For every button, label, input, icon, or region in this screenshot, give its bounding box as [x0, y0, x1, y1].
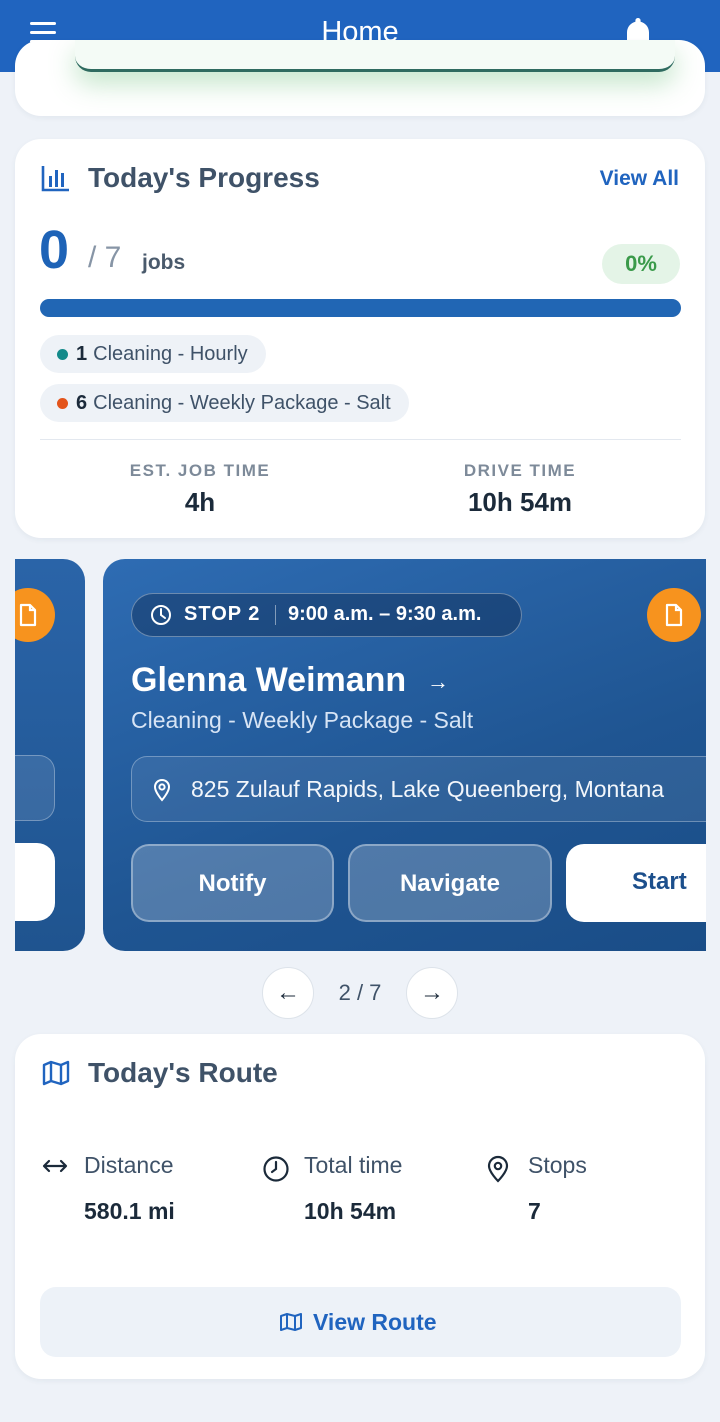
est-job-time-value: 4h	[184, 487, 216, 517]
scrolled-card-glow	[75, 40, 675, 72]
service-chip: 6 Cleaning - Weekly Package - Salt	[40, 384, 409, 422]
est-job-time-label: EST. JOB TIME	[129, 461, 271, 480]
service-count: 6	[76, 392, 88, 414]
navigate-button[interactable]: Navigate	[348, 844, 552, 922]
service-name: Cleaning - Hourly	[93, 343, 248, 365]
next-button[interactable]: →	[406, 967, 458, 1019]
map-icon	[42, 1060, 70, 1086]
progress-title: Today's Progress	[88, 162, 320, 193]
divider	[40, 439, 681, 440]
route-card: Today's Route Distance 580.1 mi Total ti…	[15, 1034, 705, 1379]
bar-chart-icon	[41, 166, 69, 192]
stops-label: Stops	[528, 1152, 587, 1178]
service-dot	[57, 398, 68, 409]
prev-button[interactable]: ←	[262, 967, 314, 1019]
notes-icon[interactable]	[15, 588, 55, 642]
previous-start-button[interactable]	[15, 843, 55, 921]
pager-count: 2 / 7	[338, 980, 382, 1005]
arrow-right-icon[interactable]: →	[427, 669, 449, 695]
location-pin-icon	[487, 1155, 509, 1183]
jobs-label: jobs	[142, 251, 186, 274]
distance-value: 580.1 mi	[84, 1198, 175, 1224]
drive-time-stat: DRIVE TIME 10h 54m	[400, 461, 640, 518]
scrolled-card	[15, 40, 705, 116]
map-icon	[280, 1313, 302, 1331]
view-route-button[interactable]: View Route	[40, 1287, 681, 1357]
stop-chip: STOP 2 9:00 a.m. – 9:30 a.m.	[131, 593, 522, 637]
service-name: Cleaning - Weekly Package - Salt	[93, 392, 391, 414]
stop-pager: ← 2 / 7 →	[262, 967, 458, 1019]
previous-address-field	[15, 755, 55, 821]
view-route-label: View Route	[313, 1309, 437, 1335]
distance-label: Distance	[84, 1152, 174, 1178]
clock-icon	[151, 605, 171, 625]
view-all-link[interactable]: View All	[600, 167, 679, 191]
address-text: 825 Zulauf Rapids, Lake Queenberg, Monta…	[191, 776, 665, 802]
arrow-right-icon: →	[420, 979, 444, 1006]
progress-bar	[40, 299, 681, 317]
total-count: / 7	[88, 241, 122, 274]
stop-number: STOP 2	[184, 603, 261, 625]
drive-time-value: 10h 54m	[467, 487, 573, 517]
address-field[interactable]: 825 Zulauf Rapids, Lake Queenberg, Monta…	[131, 756, 706, 822]
service-dot	[57, 349, 68, 360]
previous-stop-card[interactable]	[15, 559, 85, 951]
total-time-label: Total time	[304, 1152, 403, 1178]
notes-icon[interactable]	[647, 588, 701, 642]
completed-count: 0	[39, 220, 70, 280]
progress-card: Today's Progress View All 0 / 7 jobs 0% …	[15, 139, 705, 538]
clock-icon	[263, 1156, 289, 1182]
service-name: Cleaning - Weekly Package - Salt	[131, 707, 474, 733]
stop-card[interactable]: STOP 2 9:00 a.m. – 9:30 a.m. Glenna Weim…	[103, 559, 706, 951]
customer-name[interactable]: Glenna Weimann	[131, 661, 406, 700]
notify-button[interactable]: Notify	[131, 844, 334, 922]
drive-time-label: DRIVE TIME	[463, 461, 577, 480]
arrow-left-icon: ←	[276, 979, 300, 1006]
time-window: 9:00 a.m. – 9:30 a.m.	[288, 603, 482, 625]
percent-badge: 0%	[602, 244, 680, 284]
service-chip: 1 Cleaning - Hourly	[40, 335, 266, 373]
separator	[275, 605, 276, 625]
stops-value: 7	[528, 1198, 541, 1224]
total-time-value: 10h 54m	[304, 1198, 397, 1224]
route-title: Today's Route	[88, 1057, 278, 1088]
est-job-time-stat: EST. JOB TIME 4h	[80, 461, 320, 518]
start-button[interactable]: Start	[566, 844, 706, 922]
location-pin-icon	[153, 778, 171, 802]
service-count: 1	[76, 343, 88, 365]
distance-arrows-icon	[42, 1159, 68, 1173]
